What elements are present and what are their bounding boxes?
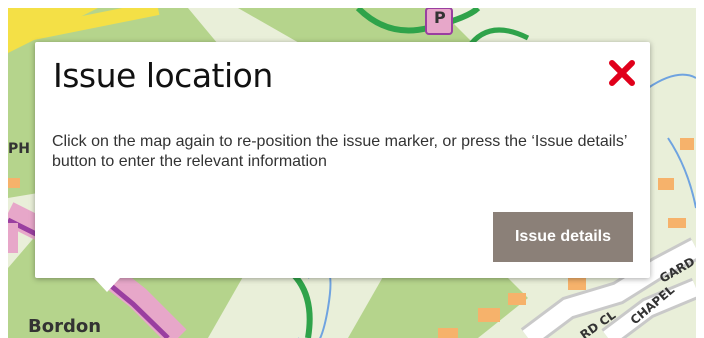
issue-location-popup: Issue location Click on the map again to…	[35, 42, 650, 278]
map-label-ph: PH	[8, 141, 30, 157]
popup-title: Issue location	[53, 56, 273, 95]
parking-marker-label: P	[434, 8, 446, 27]
close-button[interactable]	[607, 58, 637, 88]
map-label-bordon: Bordon	[28, 316, 102, 337]
close-x-icon[interactable]	[607, 58, 637, 88]
popup-message: Click on the map again to re-position th…	[52, 133, 627, 170]
issue-details-button[interactable]: Issue details	[493, 212, 633, 262]
popup-pointer	[94, 278, 120, 292]
